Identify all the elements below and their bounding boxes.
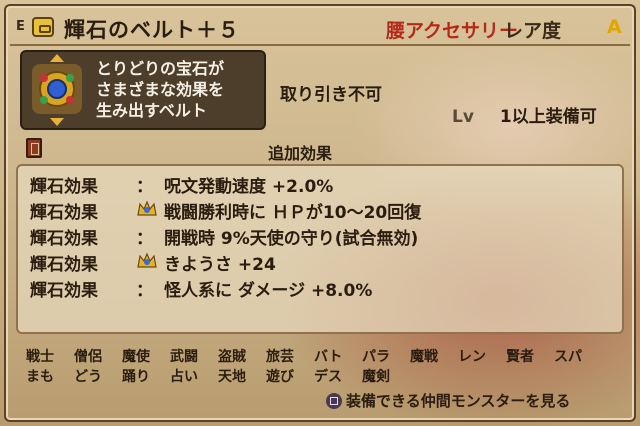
vocation-thief: 盗賊: [218, 349, 246, 365]
vocation-tenchi: 天地: [218, 369, 246, 385]
vocation-dancer: 踊り: [122, 369, 150, 385]
effect-separator: ：: [136, 229, 153, 249]
effect-separator: ：: [136, 281, 153, 301]
vocation-martial-artist: 武闘: [170, 349, 198, 365]
vocation-super-star: スパ: [554, 349, 582, 365]
level-suffix: 以上装備可: [511, 107, 597, 127]
effect-value: きようさ +24: [164, 255, 276, 275]
vocation-magic-warrior: 魔戦: [410, 349, 438, 365]
description-line-3: 生み出すベルト: [96, 101, 207, 120]
header-divider: [10, 44, 630, 46]
view-monsters-button[interactable]: 装備できる仲間モンスターを見る: [326, 390, 570, 411]
effect-label: 輝石効果: [30, 229, 98, 249]
gem-belt-icon: [32, 64, 82, 114]
vocation-gadabout: 遊び: [266, 369, 294, 385]
effect-label: 輝石効果: [30, 255, 98, 275]
square-button-icon: [326, 393, 342, 409]
trade-status: 取り引き不可: [280, 85, 382, 105]
vocation-battle-master: バト: [314, 349, 343, 365]
vocation-mage: 魔使: [122, 349, 150, 365]
description-line-2: さまざまな効果を: [96, 80, 225, 99]
vocation-death-master: デス: [314, 369, 342, 385]
vocation-sage: 賢者: [506, 349, 534, 365]
vocation-ranger: レン: [458, 349, 486, 365]
book-icon[interactable]: [26, 138, 42, 158]
slot-type: 腰アクセサリー: [386, 20, 519, 42]
level-value: 1: [499, 107, 512, 127]
effect-value: 開戦時 9%天使の守り(試合無効): [164, 229, 419, 249]
vocation-paladin: パラ: [362, 349, 390, 365]
vocation-monster-master: まも: [26, 369, 54, 385]
item-name: 輝石のベルト＋５: [64, 18, 240, 42]
section-title: 追加効果: [268, 144, 333, 163]
scroll-down-arrow-icon[interactable]: [50, 118, 64, 126]
crown-icon: [136, 199, 158, 219]
level-label: Lv: [452, 107, 474, 127]
vocation-fortune-teller: 占い: [170, 369, 198, 385]
equip-marker: E: [16, 19, 25, 34]
description-line-1: とりどりの宝石が: [96, 59, 225, 78]
vocation-priest: 僧侶: [74, 349, 102, 365]
effect-value: 呪文発動速度 +2.0%: [164, 177, 334, 197]
effect-value: 怪人系に ダメージ +8.0%: [164, 281, 373, 301]
scroll-up-arrow-icon[interactable]: [50, 54, 64, 62]
rarity-value: A: [607, 16, 622, 38]
vocation-magic-swordsman: 魔剣: [362, 369, 390, 385]
item-header: E 輝石のベルト＋５ 腰アクセサリー レア度 A: [10, 12, 630, 46]
effects-panel: 輝石効果 ： 呪文発動速度 +2.0% 輝石効果 戦闘勝利時に ＨＰが10〜20…: [16, 164, 624, 334]
level-requirement: Lv 1以上装備可: [452, 102, 597, 127]
effect-label: 輝石効果: [30, 177, 98, 197]
vocation-warrior: 戦士: [26, 349, 54, 365]
effect-label: 輝石効果: [30, 281, 98, 301]
accessory-slot-icon: [32, 17, 54, 37]
effect-value: 戦闘勝利時に ＨＰが10〜20回復: [164, 203, 422, 223]
crown-icon: [136, 251, 158, 271]
rarity-label: レア度: [504, 20, 562, 42]
vocation-minstrel: 旅芸: [266, 349, 294, 365]
item-description-box: とりどりの宝石が さまざまな効果を 生み出すベルト: [20, 50, 266, 130]
footer-label: 装備できる仲間モンスターを見る: [346, 392, 571, 410]
effect-separator: ：: [136, 177, 153, 197]
vocation-tool-user: どう: [74, 369, 102, 385]
description-text: とりどりの宝石が さまざまな効果を 生み出すベルト: [96, 58, 266, 121]
effect-label: 輝石効果: [30, 203, 98, 223]
